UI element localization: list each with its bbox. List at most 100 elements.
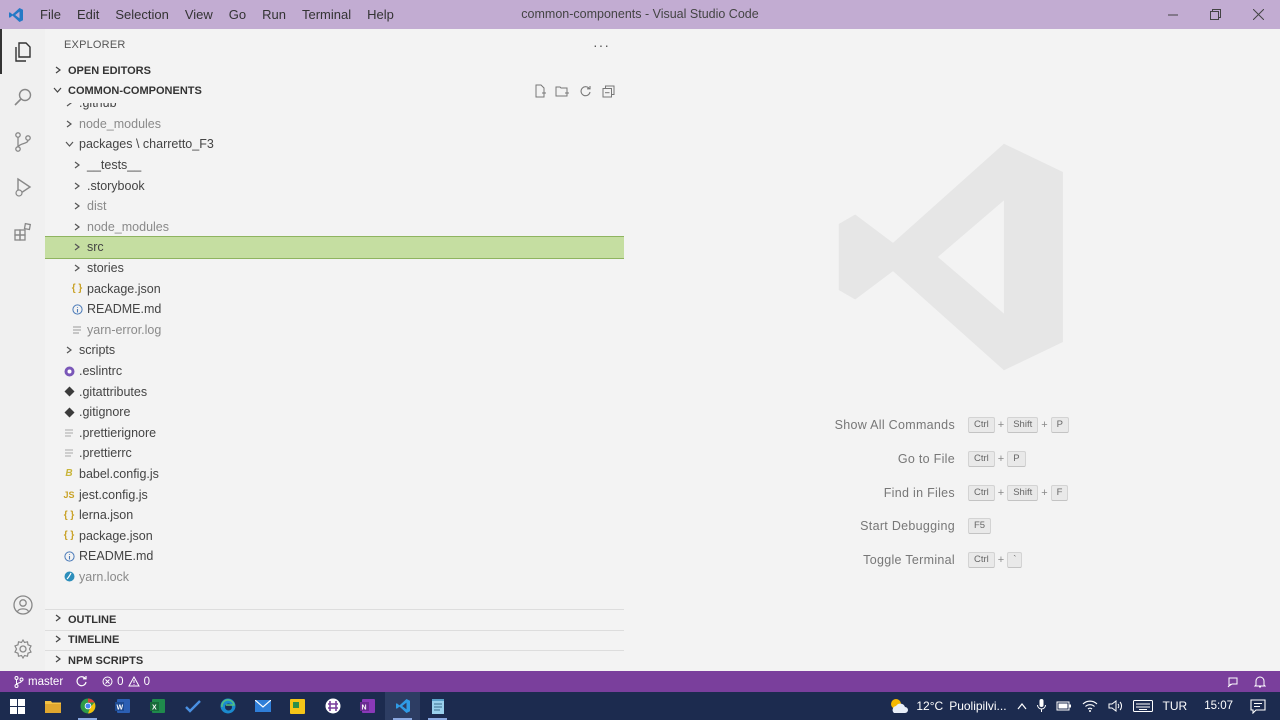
new-file-icon[interactable] (530, 82, 549, 100)
problems-indicator[interactable]: 0 0 (94, 676, 156, 688)
outline-label: OUTLINE (68, 613, 117, 626)
word-icon[interactable]: W (105, 692, 140, 720)
file-explorer-icon[interactable] (35, 692, 70, 720)
extensions-icon[interactable] (0, 209, 45, 254)
mail-icon[interactable] (245, 692, 280, 720)
tree-item[interactable]: yarn-error.log (45, 320, 624, 341)
workspace-section[interactable]: COMMON-COMPONENTS (45, 81, 624, 101)
tree-item[interactable]: { } lerna.json (45, 505, 624, 526)
tree-item[interactable]: src (45, 236, 624, 259)
search-icon[interactable] (0, 74, 45, 119)
chevron-up-icon[interactable] (1012, 702, 1032, 710)
tree-item[interactable]: stories (45, 258, 624, 279)
todo-checkmark-icon[interactable] (175, 692, 210, 720)
explorer-title: EXPLORER (64, 39, 126, 51)
run-debug-icon[interactable] (0, 164, 45, 209)
window-controls (1151, 0, 1280, 29)
manage-gear-icon[interactable] (0, 626, 45, 671)
keyboard-icon[interactable] (1128, 700, 1158, 712)
npm-scripts-section[interactable]: NPM SCRIPTS (45, 650, 624, 671)
open-editors-label: OPEN EDITORS (68, 65, 151, 77)
microphone-icon[interactable] (1032, 699, 1051, 713)
more-actions-icon[interactable]: ··· (593, 37, 610, 53)
tree-item[interactable]: .gitignore (45, 402, 624, 423)
excel-icon[interactable]: X (140, 692, 175, 720)
tree-item[interactable]: node_modules (45, 114, 624, 135)
volume-icon[interactable] (1103, 700, 1128, 712)
open-editors-section[interactable]: OPEN EDITORS (45, 61, 624, 81)
menu-edit[interactable]: Edit (69, 0, 107, 29)
tree-item[interactable]: scripts (45, 340, 624, 361)
slack-icon[interactable] (315, 692, 350, 720)
tree-item[interactable]: README.md (45, 299, 624, 320)
windows-start-icon[interactable] (0, 692, 35, 720)
warning-icon (127, 676, 140, 687)
notifications-bell-icon[interactable] (1248, 675, 1272, 688)
keycap: ` (1007, 552, 1023, 569)
accounts-icon[interactable] (0, 582, 45, 627)
menu-terminal[interactable]: Terminal (294, 0, 359, 29)
source-control-icon[interactable] (0, 119, 45, 164)
wifi-icon[interactable] (1077, 700, 1103, 712)
shortcut-label[interactable]: Go to File (898, 449, 955, 469)
shortcut-label[interactable]: Toggle Terminal (863, 550, 955, 570)
refresh-icon[interactable] (576, 82, 595, 100)
feedback-icon[interactable] (1220, 675, 1246, 689)
menu-view[interactable]: View (177, 0, 221, 29)
tree-item[interactable]: dist (45, 196, 624, 217)
input-language[interactable]: TUR (1158, 699, 1193, 713)
sticky-notes-icon[interactable] (280, 692, 315, 720)
notepad-icon[interactable] (420, 692, 455, 720)
shortcut-keys: Ctrl + P (968, 449, 1026, 469)
vscode-watermark-icon (834, 139, 1070, 378)
sync-icon[interactable] (69, 675, 94, 688)
branch-indicator[interactable]: master (0, 675, 69, 688)
weather-widget[interactable]: 12°C Puolipilvi... (883, 697, 1011, 715)
minimize-button[interactable] (1151, 0, 1194, 29)
tree-item[interactable]: .github (45, 103, 624, 114)
menu-selection[interactable]: Selection (107, 0, 176, 29)
outline-section[interactable]: OUTLINE (45, 609, 624, 630)
menu-go[interactable]: Go (221, 0, 254, 29)
battery-icon[interactable] (1051, 700, 1077, 712)
shortcut-label[interactable]: Show All Commands (835, 415, 955, 435)
chrome-icon[interactable] (70, 692, 105, 720)
tree-item[interactable]: Bbabel.config.js (45, 464, 624, 485)
tree-item[interactable]: .gitattributes (45, 381, 624, 402)
edge-icon[interactable] (210, 692, 245, 720)
json-file-icon: { } (71, 283, 83, 295)
tree-item[interactable]: yarn.lock (45, 567, 624, 586)
restore-button[interactable] (1194, 0, 1237, 29)
tree-item[interactable]: node_modules (45, 217, 624, 238)
timeline-section[interactable]: TIMELINE (45, 629, 624, 651)
onenote-icon[interactable]: N (350, 692, 385, 720)
tree-item[interactable]: .prettierignore (45, 423, 624, 444)
chevron-right-icon (71, 161, 83, 169)
clock-time[interactable]: 15:07 (1192, 700, 1245, 712)
shortcut-label[interactable]: Start Debugging (860, 516, 955, 536)
new-folder-icon[interactable] (553, 82, 572, 100)
shortcut-label[interactable]: Find in Files (884, 483, 955, 503)
tree-item[interactable]: .prettierrc (45, 443, 624, 464)
tree-item[interactable]: packages \ charretto_F3 (45, 134, 624, 155)
tree-item[interactable]: JS jest.config.js (45, 484, 624, 505)
menu-help[interactable]: Help (359, 0, 402, 29)
vscode-taskbar-icon[interactable] (385, 692, 420, 720)
menu-run[interactable]: Run (254, 0, 294, 29)
tree-item[interactable]: __tests__ (45, 155, 624, 176)
explorer-icon[interactable] (0, 29, 45, 74)
tree-item[interactable]: .storybook (45, 175, 624, 196)
collapse-all-icon[interactable] (599, 82, 618, 100)
action-center-icon[interactable] (1245, 698, 1280, 714)
chevron-right-icon (51, 635, 64, 646)
shortcut-row: Show All Commands Ctrl + Shift + P (624, 415, 1280, 435)
tree-item[interactable]: { } package.json (45, 278, 624, 299)
tree-item[interactable]: README.md (45, 546, 624, 567)
close-button[interactable] (1237, 0, 1280, 29)
tree-item-label: yarn.lock (79, 569, 130, 584)
npm-scripts-label: NPM SCRIPTS (68, 654, 144, 667)
tree-item[interactable]: .eslintrc (45, 361, 624, 382)
menu-file[interactable]: File (32, 0, 69, 29)
shortcut-row: Go to File Ctrl + P (624, 449, 1280, 469)
tree-item[interactable]: { } package.json (45, 525, 624, 546)
